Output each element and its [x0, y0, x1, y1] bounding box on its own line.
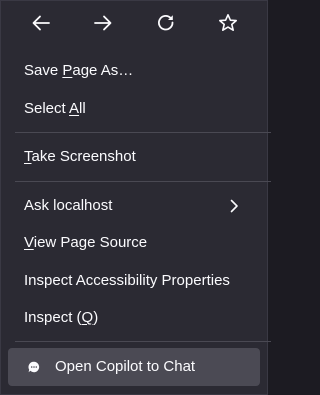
inspect-accessibility-item[interactable]: Inspect Accessibility Properties — [1, 266, 267, 296]
inspect-label-pre: Inspect ( — [24, 309, 82, 326]
ask-localhost-label: Ask localhost — [24, 197, 113, 214]
menu-separator — [15, 181, 271, 182]
forward-button[interactable] — [85, 5, 121, 41]
star-icon — [219, 14, 237, 31]
view-page-source-label-post: iew Page Source — [33, 234, 148, 251]
view-page-source-item[interactable]: View Page Source — [1, 228, 267, 258]
chat-bubble-icon — [28, 361, 40, 373]
ask-localhost-item[interactable]: Ask localhost — [1, 191, 267, 221]
select-all-item[interactable]: Select All — [1, 94, 267, 124]
take-screenshot-accesskey: T — [24, 148, 32, 165]
reload-icon — [158, 15, 174, 31]
open-copilot-item[interactable]: Open Copilot to Chat — [8, 348, 260, 386]
take-screenshot-label-post: ake Screenshot — [31, 148, 136, 165]
save-page-as-label-pre: Save — [24, 62, 63, 79]
bookmark-button[interactable] — [210, 5, 246, 41]
select-all-label-post: ll — [79, 100, 86, 117]
view-page-source-accesskey: V — [24, 234, 34, 251]
arrow-left-icon — [32, 15, 50, 31]
save-page-as-item[interactable]: Save Page As… — [1, 56, 267, 86]
menu-separator — [15, 132, 271, 133]
open-copilot-label: Open Copilot to Chat — [55, 358, 196, 375]
inspect-accessibility-label: Inspect Accessibility Properties — [24, 272, 230, 289]
inspect-item[interactable]: Inspect (Q) — [1, 303, 267, 333]
context-menu: Save Page As… Select All Take Screenshot… — [0, 0, 271, 395]
reload-button[interactable] — [148, 5, 184, 41]
navigation-row — [1, 1, 267, 45]
arrow-right-icon — [94, 15, 112, 31]
select-all-label-pre: Select — [24, 100, 70, 117]
save-page-as-label-post: age As… — [72, 62, 134, 79]
menu-separator — [15, 341, 271, 342]
take-screenshot-item[interactable]: Take Screenshot — [1, 142, 267, 172]
chevron-right-icon — [230, 199, 238, 213]
save-page-as-accesskey: P — [62, 62, 73, 79]
inspect-label-post: ) — [93, 309, 99, 326]
select-all-accesskey: A — [69, 100, 80, 117]
back-button[interactable] — [23, 5, 59, 41]
inspect-accesskey: Q — [81, 309, 94, 326]
